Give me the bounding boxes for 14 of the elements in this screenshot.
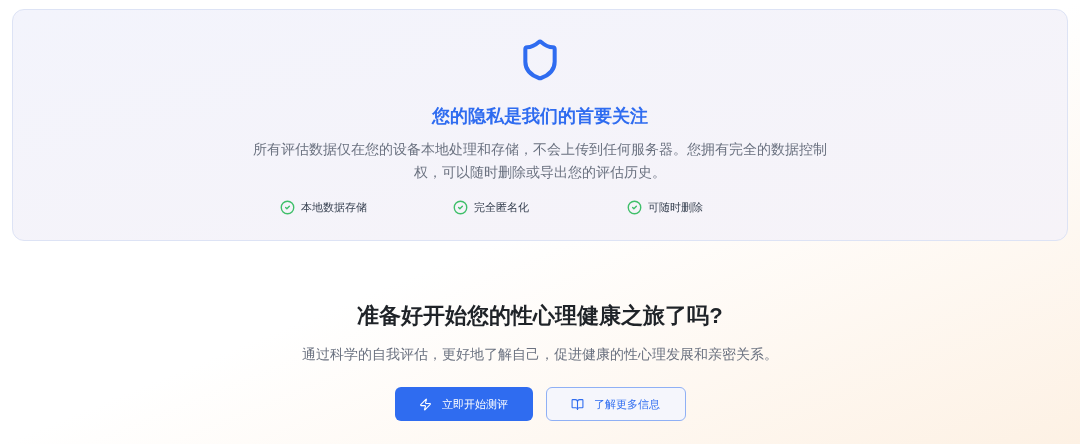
lightning-icon [419, 397, 432, 411]
check-icon [453, 199, 469, 215]
check-icon [626, 199, 642, 215]
feature-label: 本地数据存储 [301, 200, 367, 215]
cta-heading: 准备好开始您的性心理健康之旅了吗? [357, 302, 723, 330]
feature-label: 完全匿名化 [474, 200, 530, 215]
feature-label: 可随时删除 [647, 200, 703, 215]
privacy-title: 您的隐私是我们的首要关注 [432, 105, 648, 128]
start-button[interactable]: 立即开始测评 [394, 387, 533, 422]
cta-subtitle: 通过科学的自我评估，更好地了解自己，促进健康的性心理发展和亲密关系。 [302, 346, 778, 364]
check-icon [280, 199, 295, 215]
book-icon [571, 397, 584, 411]
learn-more-button[interactable]: 了解更多信息 [545, 387, 686, 422]
privacy-description: 所有评估数据仅在您的设备本地处理和存储，不会上传到任何服务器。您拥有完全的数据控制权，可以随时删除或导出您的评估历史。 [252, 141, 828, 182]
